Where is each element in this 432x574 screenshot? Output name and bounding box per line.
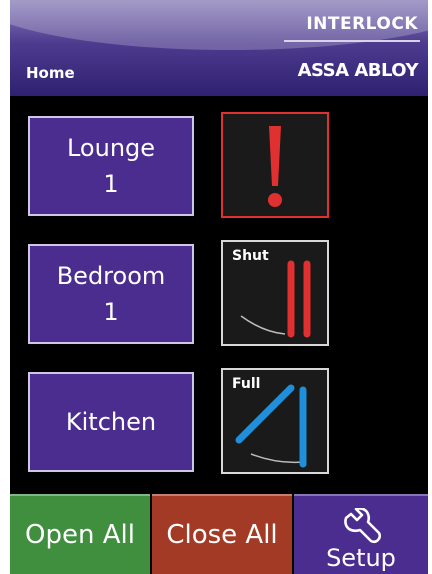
room-button-lounge[interactable]: Lounge 1 xyxy=(28,116,194,216)
app-screen: Home INTERLOCK ASSA ABLOY Lounge 1 Bedro… xyxy=(10,0,428,574)
status-tile-bedroom[interactable]: Shut xyxy=(221,240,329,346)
status-tile-lounge[interactable] xyxy=(221,112,329,218)
room-button-kitchen[interactable]: Kitchen xyxy=(28,372,194,472)
room-number: 1 xyxy=(103,170,119,198)
room-name: Bedroom xyxy=(56,262,166,290)
shutter-shut-icon xyxy=(240,260,311,338)
exclamation-icon xyxy=(268,126,282,207)
close-all-button[interactable]: Close All xyxy=(152,494,292,574)
page-title: Home xyxy=(26,64,75,82)
status-tile-kitchen[interactable]: Full xyxy=(221,368,329,474)
open-all-button[interactable]: Open All xyxy=(10,494,150,574)
brand-logo-interlock: INTERLOCK xyxy=(306,14,418,34)
room-button-bedroom[interactable]: Bedroom 1 xyxy=(28,244,194,344)
header-bar: Home INTERLOCK ASSA ABLOY xyxy=(10,0,428,96)
setup-label: Setup xyxy=(326,544,396,572)
brand-logo-assa-abloy: ASSA ABLOY xyxy=(297,60,419,81)
room-name: Lounge xyxy=(66,134,156,162)
open-all-label: Open All xyxy=(25,520,135,550)
room-name: Kitchen xyxy=(65,408,157,436)
brand-divider xyxy=(284,40,420,42)
shutter-full-open-icon xyxy=(235,384,307,468)
close-all-label: Close All xyxy=(166,520,278,550)
room-number: 1 xyxy=(103,298,119,326)
setup-button[interactable]: Setup xyxy=(294,494,428,574)
wrench-icon xyxy=(344,508,381,544)
